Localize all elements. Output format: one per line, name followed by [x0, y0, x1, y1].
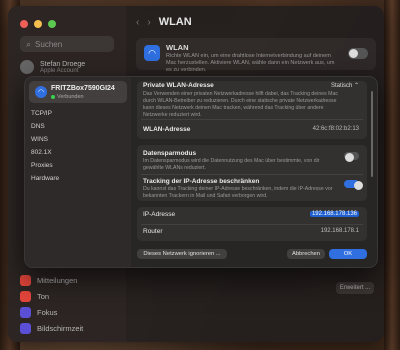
- private-address-title: Private WLAN-Adresse: [143, 82, 214, 89]
- sidebar-item-label: Ton: [37, 291, 50, 301]
- sidebar-item-fokus[interactable]: Fokus: [20, 304, 83, 320]
- connected-indicator-icon: [51, 95, 55, 99]
- wallpaper-trunk: [384, 0, 400, 350]
- wlan-card-title: WLAN: [166, 43, 189, 52]
- network-details-sheet: ◠ FRITZBox7590GI24 Verbunden TCP/IP DNS …: [24, 76, 378, 268]
- ok-button[interactable]: OK: [329, 249, 367, 259]
- user-account-item[interactable]: Stefan Droege Apple Account: [20, 60, 85, 74]
- network-status: Verbunden: [51, 94, 84, 100]
- private-address-card: Private WLAN-Adresse Statisch ⌃ Das Verw…: [137, 81, 367, 139]
- close-button[interactable]: [20, 20, 28, 28]
- avatar: [20, 60, 34, 74]
- ip-info-card: IP-Adresse 192.168.178.136 Router 192.16…: [137, 207, 367, 241]
- category-tcpip[interactable]: TCP/IP: [31, 107, 59, 120]
- advanced-button[interactable]: Erweitert ...: [336, 282, 374, 294]
- router-value: 192.168.178.1: [320, 228, 359, 234]
- sidebar-item-bildschirmzeit[interactable]: Bildschirmzeit: [20, 320, 83, 336]
- private-address-popup[interactable]: Statisch ⌃: [331, 82, 359, 89]
- wifi-icon: ◠: [144, 45, 160, 61]
- user-name: Stefan Droege: [40, 60, 86, 68]
- sidebar-item-label: Bildschirmzeit: [37, 323, 84, 333]
- sidebar-item-mitteilungen[interactable]: Mitteilungen: [20, 272, 83, 288]
- category-dns[interactable]: DNS: [31, 120, 59, 133]
- category-list: TCP/IP DNS WINS 802.1X Proxies Hardware: [31, 107, 59, 185]
- category-wins[interactable]: WINS: [31, 133, 59, 146]
- sidebar-item-label: Fokus: [37, 307, 58, 317]
- network-name: FRITZBox7590GI24: [51, 85, 115, 92]
- scrollbar[interactable]: [371, 91, 373, 177]
- category-8021x[interactable]: 802.1X: [31, 146, 59, 159]
- popup-chevron-icon: ⌃: [353, 83, 359, 89]
- sheet-footer: Dieses Netzwerk ignorieren ... Abbrechen…: [25, 239, 377, 267]
- sidebar-item-ton[interactable]: Ton: [20, 288, 83, 304]
- private-address-description: Das Verwenden einer privaten Netzwerkadr…: [143, 91, 338, 119]
- sidebar-item-label: Mitteilungen: [37, 275, 78, 285]
- divider: [141, 174, 363, 175]
- divider: [141, 119, 363, 120]
- cancel-button[interactable]: Abbrechen: [287, 249, 325, 259]
- limit-ip-tracking-description: Du kannst das Tracking deiner IP-Adresse…: [143, 186, 333, 200]
- sheet-content: Private WLAN-Adresse Statisch ⌃ Das Verw…: [137, 81, 373, 241]
- page-title: WLAN: [158, 16, 192, 28]
- privacy-options-card: Datensparmodus Im Datensparmodus wird di…: [137, 145, 367, 201]
- wifi-icon: ◠: [35, 86, 47, 98]
- wlan-address-value: 42:6c:f8:02:b2:13: [312, 126, 359, 132]
- search-field[interactable]: ⌕ Suchen: [20, 36, 114, 52]
- router-label: Router: [143, 228, 163, 235]
- ip-address-value[interactable]: 192.168.178.136: [309, 211, 359, 217]
- wlan-address-label: WLAN-Adresse: [143, 126, 191, 133]
- moon-icon: [20, 306, 31, 318]
- category-proxies[interactable]: Proxies: [31, 159, 59, 172]
- minimize-button[interactable]: [34, 20, 42, 28]
- limit-ip-tracking-title: Tracking der IP-Adresse beschränken: [143, 178, 260, 185]
- forward-arrow-icon[interactable]: ›: [147, 17, 150, 28]
- back-arrow-icon[interactable]: ‹: [136, 17, 139, 28]
- low-data-mode-description: Im Datensparmodus wird die Datennutzung …: [143, 158, 320, 172]
- category-hardware[interactable]: Hardware: [31, 172, 59, 185]
- hourglass-icon: [20, 322, 31, 334]
- search-placeholder: Suchen: [35, 39, 63, 49]
- speaker-icon: [20, 290, 31, 302]
- network-status-label: Verbunden: [57, 94, 84, 100]
- low-data-mode-toggle[interactable]: [344, 152, 359, 162]
- content-header: ‹ › WLAN: [136, 16, 192, 28]
- limit-ip-tracking-toggle[interactable]: [344, 180, 363, 190]
- search-icon: ⌕: [26, 38, 32, 49]
- bell-icon: [20, 274, 31, 286]
- wlan-summary-card: ◠ WLAN Richte WLAN ein, um eine drahtlos…: [136, 38, 376, 73]
- sidebar-bottom-list: Mitteilungen Ton Fokus Bildschirmzeit: [20, 272, 83, 336]
- divider: [141, 224, 363, 225]
- wlan-toggle[interactable]: [348, 48, 368, 59]
- zoom-button[interactable]: [48, 20, 56, 28]
- wlan-card-description: Richte WLAN ein, um eine drahtlose Inter…: [166, 53, 335, 74]
- ignore-network-button[interactable]: Dieses Netzwerk ignorieren ...: [137, 249, 227, 259]
- private-address-value: Statisch: [330, 83, 353, 89]
- low-data-mode-title: Datensparmodus: [143, 150, 197, 157]
- network-item-selected[interactable]: ◠ FRITZBox7590GI24 Verbunden: [29, 81, 127, 103]
- window-controls: [20, 20, 56, 28]
- user-subtitle: Apple Account: [40, 67, 79, 74]
- ip-address-label: IP-Adresse: [143, 211, 176, 218]
